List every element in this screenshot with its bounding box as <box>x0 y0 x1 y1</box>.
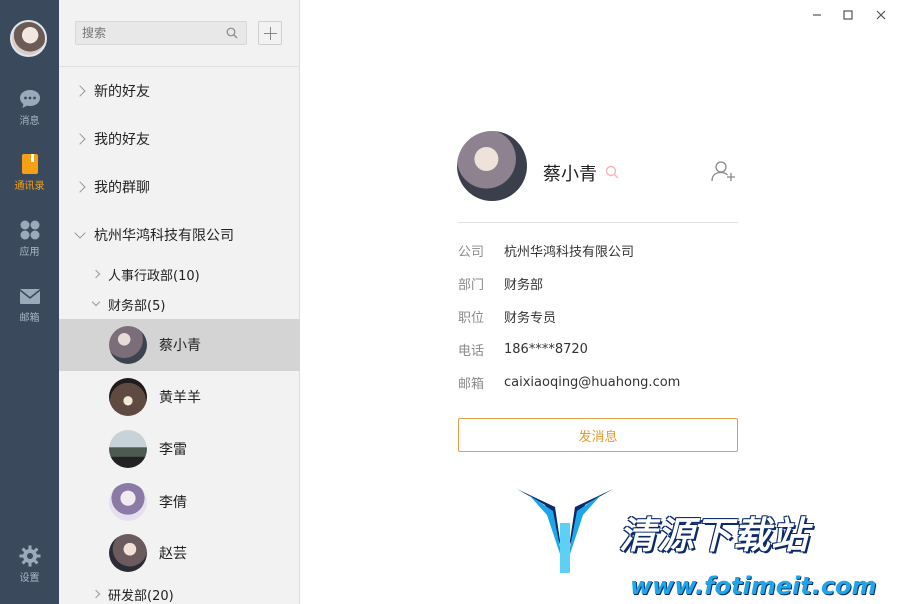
avatar <box>109 483 147 521</box>
info-label: 职位 <box>458 310 485 326</box>
contact-name: 李倩 <box>159 495 187 511</box>
nav-settings[interactable]: 设置 <box>0 545 59 584</box>
contact-name: 赵芸 <box>159 546 187 562</box>
add-friend-icon[interactable] <box>711 160 737 182</box>
info-row-phone: 电话 186****8720 <box>458 340 588 359</box>
chevron-right-icon <box>91 589 101 599</box>
nav-mail-label: 邮箱 <box>19 313 40 324</box>
female-icon <box>605 165 619 179</box>
close-icon[interactable] <box>874 8 888 22</box>
chevron-right-icon <box>91 269 101 279</box>
group-label: 杭州华鸿科技有限公司 <box>94 228 234 244</box>
dept-rnd[interactable]: 研发部(20) <box>59 582 300 604</box>
dept-label: 研发部(20) <box>108 588 174 604</box>
avatar <box>109 430 147 468</box>
chevron-right-icon <box>74 85 86 97</box>
chevron-down-icon <box>91 297 101 307</box>
nav-settings-label: 设置 <box>19 573 40 584</box>
contacts-book-icon <box>21 154 38 174</box>
mail-icon <box>19 289 40 304</box>
maximize-icon[interactable] <box>841 8 855 22</box>
avatar <box>109 378 147 416</box>
info-row-position: 职位 财务专员 <box>458 307 557 326</box>
contact-item[interactable]: 蔡小青 <box>59 319 300 371</box>
gear-icon <box>19 545 40 567</box>
chevron-right-icon <box>74 133 86 145</box>
info-label: 电话 <box>458 343 485 359</box>
group-my-chats[interactable]: 我的群聊 <box>59 169 300 205</box>
info-value: caixiaoqing@huahong.com <box>504 374 681 390</box>
contact-item[interactable]: 黄羊羊 <box>59 371 300 423</box>
contact-item[interactable]: 李雷 <box>59 423 300 475</box>
add-button[interactable] <box>258 21 282 45</box>
panel-divider <box>59 66 300 67</box>
nav-mail[interactable]: 邮箱 <box>0 285 59 324</box>
dept-label: 财务部(5) <box>108 298 166 314</box>
minimize-icon[interactable] <box>810 8 824 22</box>
search-input[interactable] <box>76 22 216 44</box>
nav-apps-label: 应用 <box>19 247 40 258</box>
chevron-down-icon <box>74 226 86 239</box>
info-value: 186****8720 <box>504 341 588 357</box>
info-value: 杭州华鸿科技有限公司 <box>504 244 635 260</box>
info-value: 财务部 <box>504 277 544 293</box>
nav-contacts[interactable]: 通讯录 <box>0 153 59 192</box>
chevron-right-icon <box>74 181 86 193</box>
nav-messages-label: 消息 <box>19 116 40 127</box>
search-icon[interactable] <box>226 27 238 39</box>
avatar <box>109 534 147 572</box>
send-message-button[interactable]: 发消息 <box>458 418 738 452</box>
info-label: 部门 <box>458 277 485 293</box>
group-new-friends[interactable]: 新的好友 <box>59 73 300 109</box>
group-label: 新的好友 <box>94 84 150 100</box>
contact-name: 李雷 <box>159 442 187 458</box>
profile-view: 蔡小青 公司 杭州华鸿科技有限公司 部门 财务部 职位 财务专员 电话 186*… <box>300 0 899 604</box>
profile-divider <box>458 222 738 223</box>
dept-hr[interactable]: 人事行政部(10) <box>59 262 300 286</box>
watermark: 清源下载站 www.fotimeit.com <box>515 487 877 604</box>
contact-item[interactable]: 赵芸 <box>59 527 300 579</box>
info-row-department: 部门 财务部 <box>458 274 544 293</box>
group-company[interactable]: 杭州华鸿科技有限公司 <box>59 217 300 253</box>
group-label: 我的群聊 <box>94 180 150 196</box>
chat-bubble-icon <box>19 90 40 108</box>
profile-avatar[interactable] <box>457 131 527 201</box>
contacts-panel: 新的好友 我的好友 我的群聊 杭州华鸿科技有限公司 人事行政部(10) 财务部(… <box>59 0 300 604</box>
nav-contacts-label: 通讯录 <box>14 181 45 192</box>
watermark-logo <box>517 489 613 573</box>
dept-label: 人事行政部(10) <box>108 268 200 284</box>
avatar <box>109 326 147 364</box>
group-my-friends[interactable]: 我的好友 <box>59 121 300 157</box>
nav-rail: 消息 通讯录 应用 邮箱 设置 <box>0 0 59 604</box>
contact-name: 黄羊羊 <box>159 390 201 406</box>
info-value: 财务专员 <box>504 310 557 326</box>
watermark-url: www.fotimeit.com <box>630 572 877 600</box>
apps-grid-icon <box>20 220 39 240</box>
info-row-email: 邮箱 caixiaoqing@huahong.com <box>458 373 681 392</box>
search-box[interactable] <box>75 21 247 45</box>
dept-finance[interactable]: 财务部(5) <box>59 292 300 316</box>
nav-apps[interactable]: 应用 <box>0 219 59 258</box>
info-row-company: 公司 杭州华鸿科技有限公司 <box>458 241 635 260</box>
info-label: 邮箱 <box>458 376 485 392</box>
nav-messages[interactable]: 消息 <box>0 88 59 127</box>
watermark-title: 清源下载站 <box>619 514 809 557</box>
profile-name: 蔡小青 <box>543 164 597 185</box>
my-avatar[interactable] <box>10 20 47 57</box>
contact-item[interactable]: 李倩 <box>59 476 300 528</box>
group-label: 我的好友 <box>94 132 150 148</box>
contact-name: 蔡小青 <box>159 338 201 354</box>
info-label: 公司 <box>458 244 485 260</box>
